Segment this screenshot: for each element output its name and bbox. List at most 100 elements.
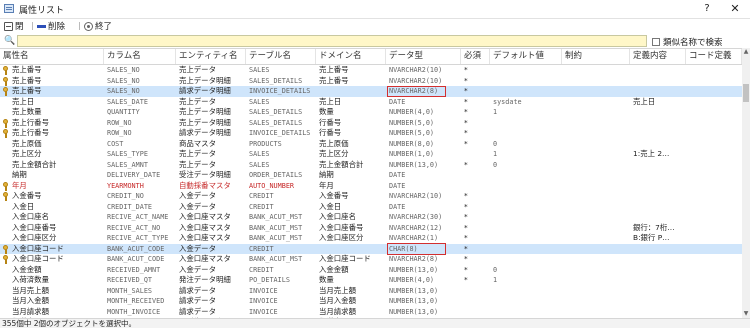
cell-req: * — [464, 107, 468, 116]
close-window-button[interactable]: ✕ — [728, 2, 742, 16]
table-row[interactable]: 売上数量 QUANTITY 売上データ明細 SALES_DETAILS 数量 NUMBER… — [0, 107, 742, 118]
cell-cons — [562, 254, 630, 265]
table-row[interactable]: 入金日 CREDIT_DATE 入金データ CREDIT 入金日 DATE * — [0, 202, 742, 213]
cell-dom: 入金日 — [319, 201, 342, 211]
delete-button-label: 削除 — [48, 22, 66, 32]
cell-ent: 自動採番マスタ — [179, 180, 231, 190]
table-row[interactable]: 年月 YEARMONTH 自動採番マスタ AUTO_NUMBER 年月 DATE — [0, 181, 742, 192]
cell-cons — [562, 97, 630, 108]
table-row[interactable]: 売上原価 COST 商品マスタ PRODUCTS 売上原価 NUMBER(8,0) * 0 — [0, 139, 742, 150]
end-button[interactable]: 終了 — [84, 20, 112, 32]
cell-def: 0 — [493, 139, 498, 148]
scroll-down-icon[interactable]: ▼ — [742, 310, 750, 318]
column-header[interactable]: 定義内容 — [630, 49, 686, 64]
table-row[interactable]: 売上金額合計 SALES_AMNT 売上データ SALES 売上金額合計 NUMBER(1… — [0, 160, 742, 171]
cell-code — [686, 107, 742, 118]
cell-ent: 請求データ — [179, 296, 216, 305]
cell-type: NVARCHAR2(8) — [389, 87, 439, 95]
delete-button[interactable]: 削除 — [37, 20, 65, 32]
cell-ent: 売上データ明細 — [179, 117, 231, 127]
cell-col: COST — [107, 139, 124, 148]
vertical-scrollbar[interactable]: ▲ ▼ — [742, 48, 750, 318]
cell-code — [686, 65, 742, 76]
table-row[interactable]: 売上番号 SALES_NO 請求データ明細 INVOICE_DETAILS NVARCH… — [0, 86, 742, 97]
table-row[interactable]: 入金口座区分 RECIVE_ACT_TYPE 入金口座マスタ BANK_ACUT_MS… — [0, 233, 742, 244]
column-header[interactable]: 必須 — [461, 49, 490, 64]
table-row[interactable]: 入金口座名 RECIVE_ACT_NAME 入金口座マスタ BANK_ACUT_MST… — [0, 212, 742, 223]
column-header[interactable]: デフォルト値 — [490, 49, 562, 64]
cell-desc: 銀行：7桁… — [633, 222, 675, 232]
column-header[interactable]: コード定義 — [686, 49, 742, 64]
search-input[interactable] — [17, 35, 647, 47]
cell-col: BANK_ACUT_CODE — [107, 244, 165, 253]
column-header[interactable]: ドメイン名 — [316, 49, 386, 64]
cell-code — [686, 181, 742, 192]
table-row[interactable]: 売上区分 SALES_TYPE 売上データ SALES 売上区分 NUMBER(1,0) 1… — [0, 149, 742, 160]
table-row[interactable]: 納期 DELIVERY_DATE 受注データ明細 ORDER_DETAILS 納期 DAT… — [0, 170, 742, 181]
cell-type: NUMBER(13,0) — [389, 297, 439, 305]
column-header[interactable]: エンティティ名 — [176, 49, 246, 64]
cell-code — [686, 265, 742, 276]
cell-ent: 請求データ明細 — [179, 86, 231, 95]
table-row[interactable]: 売上行番号 ROW_NO 請求データ明細 INVOICE_DETAILS 行番号 NUMB… — [0, 128, 742, 139]
similar-name-search-checkbox[interactable]: 類似名称で検索 — [652, 36, 723, 48]
cell-req: * — [464, 275, 468, 284]
cell-type: DATE — [389, 181, 406, 190]
cell-col: RECIVE_ACT_TYPE — [107, 234, 169, 242]
cell-code — [686, 76, 742, 87]
table-row[interactable]: 入荷済数量 RECEIVED_QT 発注データ明細 PO_DETAILS 数量 NUMBE… — [0, 275, 742, 286]
cell-ent: 売上データ明細 — [179, 107, 231, 116]
column-header[interactable]: カラム名 — [104, 49, 176, 64]
table-row[interactable]: 入金口座番号 RECIVE_ACT_NO 入金口座マスタ BANK_ACUT_MST 入… — [0, 223, 742, 234]
help-button[interactable]: ? — [700, 2, 714, 16]
close-button[interactable]: 閉 — [4, 20, 24, 32]
cell-req — [461, 181, 490, 192]
cell-ent: 入金口座マスタ — [179, 222, 231, 232]
table-row[interactable]: 当月請求額 MONTH_INVOICE 請求データ INVOICE 当月請求額 NUMBE… — [0, 307, 742, 318]
cell-tbl: INVOICE — [249, 307, 278, 316]
cell-req: * — [464, 159, 468, 169]
cell-dom: 当月請求額 — [319, 306, 356, 316]
cell-tbl: CREDIT — [249, 192, 274, 200]
table-row[interactable]: 売上日 SALES_DATE 売上データ SALES 売上日 DATE * sysdate 売上… — [0, 97, 742, 108]
cell-dom: 当月入金額 — [319, 296, 356, 305]
cell-desc — [630, 65, 686, 76]
table-row[interactable]: 入金口座コード BANK_ACUT_CODE 入金口座マスタ BANK_ACUT_MS… — [0, 254, 742, 265]
table-row[interactable]: 売上番号 SALES_NO 売上データ明細 SALES_DETAILS 売上番号 NVAR… — [0, 76, 742, 87]
scroll-up-icon[interactable]: ▲ — [742, 48, 750, 56]
cell-col: SALES_NO — [107, 87, 140, 95]
table-row[interactable]: 入金番号 CREDIT_NO 入金データ CREDIT 入金番号 NVARCHAR2(10… — [0, 191, 742, 202]
cell-def: 1 — [493, 150, 498, 158]
table-row[interactable]: 当月売上額 MONTH_SALES 請求データ INVOICE 当月売上額 NUMBER(… — [0, 286, 742, 297]
cell-cons — [562, 223, 630, 234]
cell-req: * — [464, 128, 468, 137]
column-header[interactable]: 属性名 — [0, 49, 104, 64]
binoculars-icon[interactable]: 🔍 — [4, 36, 15, 46]
cell-tbl: SALES_DETAILS — [249, 108, 303, 116]
column-header[interactable]: 制約 — [562, 49, 630, 64]
checkbox-box[interactable] — [652, 38, 660, 46]
cell-type: NUMBER(1,0) — [389, 150, 435, 158]
cell-cons — [562, 76, 630, 87]
column-header[interactable]: データ型 — [386, 49, 461, 64]
table-row[interactable]: 入金口座コード BANK_ACUT_CODE 入金データ CREDIT CHAR(8) * — [0, 243, 742, 254]
toolbar-divider — [79, 22, 80, 30]
cell-code — [686, 86, 742, 97]
cell-code — [686, 191, 742, 202]
window-title: 属性リスト — [19, 6, 65, 16]
scroll-thumb[interactable] — [743, 84, 749, 102]
cell-attr: 入金金額 — [12, 264, 42, 274]
cell-code — [686, 149, 742, 160]
cell-req: * — [464, 138, 468, 148]
cell-tbl: INVOICE_DETAILS — [249, 129, 311, 137]
table-row[interactable]: 入金金額 RECEIVED_AMNT 入金データ CREDIT 入金金額 NUMBER(1… — [0, 265, 742, 276]
cell-attr: 入金口座コード — [12, 243, 64, 253]
column-header[interactable]: テーブル名 — [246, 49, 316, 64]
table-row[interactable]: 当月入金額 MONTH_RECEIVED 請求データ INVOICE 当月入金額 NUMB… — [0, 296, 742, 307]
cell-tbl: SALES — [249, 97, 270, 106]
table-row[interactable]: 売上番号 SALES_NO 売上データ SALES 売上番号 NVARCHAR2(10) * — [0, 65, 742, 76]
cell-col: SALES_NO — [107, 76, 140, 85]
cell-cons — [562, 275, 630, 286]
cell-req: * — [464, 75, 468, 85]
table-row[interactable]: 売上行番号 ROW_NO 売上データ明細 SALES_DETAILS 行番号 NUMBER… — [0, 118, 742, 129]
